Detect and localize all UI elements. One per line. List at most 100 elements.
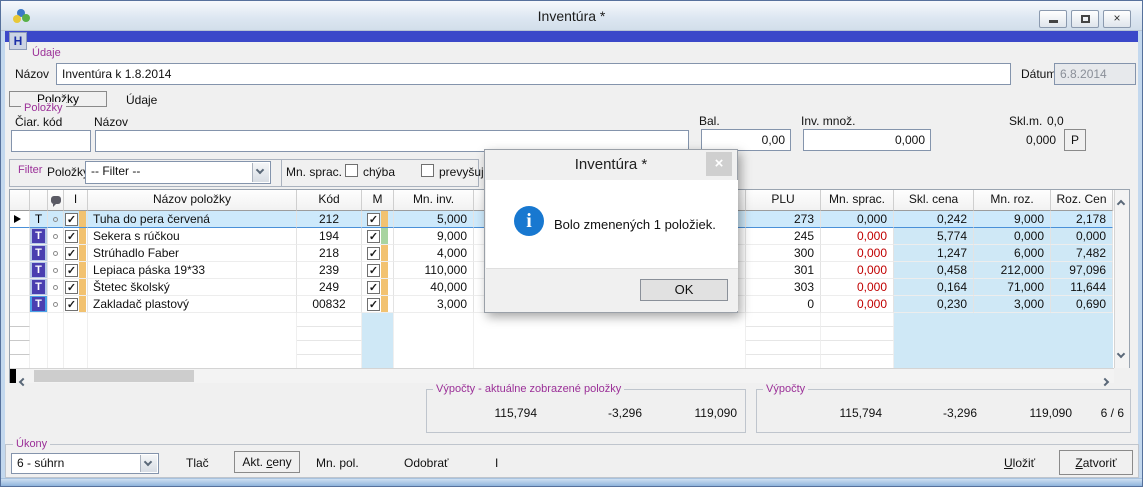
horizontal-scroll-thumb[interactable]: [34, 370, 194, 382]
cell-kod[interactable]: 00832: [297, 296, 362, 313]
cell-m-flag[interactable]: ✓: [362, 245, 394, 262]
p-button[interactable]: P: [1064, 129, 1086, 151]
chyba-checkbox[interactable]: [345, 164, 358, 177]
m-checkbox[interactable]: ✓: [367, 247, 380, 260]
i-checkbox[interactable]: ✓: [65, 298, 78, 311]
cell-plu[interactable]: 0: [746, 296, 821, 313]
cell-note[interactable]: [48, 228, 64, 245]
row-gutter[interactable]: [10, 245, 30, 262]
cell-mn-sprac[interactable]: 0,000: [821, 296, 894, 313]
dialog-close-button[interactable]: ×: [706, 152, 732, 176]
odobrat-button[interactable]: Odobrať: [404, 456, 449, 470]
cell-mn-inv[interactable]: 4,000: [394, 245, 474, 262]
cell-mn-sprac[interactable]: 0,000: [821, 279, 894, 296]
cell-type[interactable]: T: [30, 211, 48, 228]
cell-i-flag[interactable]: ✓: [64, 228, 88, 245]
header-mn-inv[interactable]: Mn. inv.: [394, 190, 474, 211]
ukony-chevron-down-icon[interactable]: [140, 455, 157, 472]
cell-note[interactable]: [48, 245, 64, 262]
minimize-button[interactable]: [1039, 10, 1067, 28]
tab-udaje[interactable]: Údaje: [126, 93, 157, 107]
i-checkbox[interactable]: ✓: [65, 230, 78, 243]
cell-skl-cena[interactable]: 0,164: [894, 279, 974, 296]
h-toolbar-button[interactable]: H: [9, 32, 27, 50]
header-m[interactable]: M: [362, 190, 394, 211]
header-t[interactable]: [30, 190, 48, 211]
header-nazov[interactable]: Názov položky: [88, 190, 297, 211]
cell-kod[interactable]: 218: [297, 245, 362, 262]
mn-pol-button[interactable]: Mn. pol.: [316, 456, 359, 470]
cell-kod[interactable]: 212: [297, 211, 362, 228]
cell-mn-inv[interactable]: 9,000: [394, 228, 474, 245]
i-checkbox[interactable]: ✓: [65, 264, 78, 277]
cell-plu[interactable]: 300: [746, 245, 821, 262]
cell-nazov[interactable]: Strúhadlo Faber: [88, 245, 297, 262]
maximize-button[interactable]: [1071, 10, 1099, 28]
cell-roz-cen[interactable]: 97,096: [1051, 262, 1113, 279]
cell-roz-cen[interactable]: 7,482: [1051, 245, 1113, 262]
cell-roz-cen[interactable]: 11,644: [1051, 279, 1113, 296]
scroll-up-icon[interactable]: [1118, 194, 1124, 212]
cell-type[interactable]: T: [30, 296, 48, 313]
cell-nazov[interactable]: Štetec školský: [88, 279, 297, 296]
cell-plu[interactable]: 245: [746, 228, 821, 245]
header-gutter[interactable]: [10, 190, 30, 211]
ciar-kod-input[interactable]: [11, 130, 91, 152]
m-checkbox[interactable]: ✓: [367, 281, 380, 294]
cell-i-flag[interactable]: ✓: [64, 211, 88, 228]
cell-skl-cena[interactable]: 0,242: [894, 211, 974, 228]
cell-nazov[interactable]: Zakladač plastový: [88, 296, 297, 313]
cell-kod[interactable]: 194: [297, 228, 362, 245]
vertical-scrollbar[interactable]: [1114, 190, 1129, 368]
ulozit-button[interactable]: Uložiť: [1004, 456, 1035, 470]
header-i[interactable]: I: [64, 190, 88, 211]
cell-skl-cena[interactable]: 1,247: [894, 245, 974, 262]
scroll-left-icon[interactable]: [20, 372, 26, 390]
cell-plu[interactable]: 273: [746, 211, 821, 228]
cell-mn-sprac[interactable]: 0,000: [821, 211, 894, 228]
cell-mn-sprac[interactable]: 0,000: [821, 245, 894, 262]
scroll-down-icon[interactable]: [1118, 344, 1124, 362]
header-mn-sprac[interactable]: Mn. sprac.: [821, 190, 894, 211]
chevron-down-icon[interactable]: [252, 163, 269, 182]
cell-type[interactable]: T: [30, 228, 48, 245]
cell-roz-cen[interactable]: 2,178: [1051, 211, 1113, 228]
prevysuje-checkbox[interactable]: [421, 164, 434, 177]
nazov-input[interactable]: Inventúra k 1.8.2014: [56, 63, 1011, 85]
cell-roz-cen[interactable]: 0,690: [1051, 296, 1113, 313]
cell-mn-roz[interactable]: 0,000: [974, 228, 1051, 245]
cell-skl-cena[interactable]: 5,774: [894, 228, 974, 245]
cell-nazov[interactable]: Lepiaca páska 19*33: [88, 262, 297, 279]
i-checkbox[interactable]: ✓: [65, 281, 78, 294]
filter-select[interactable]: -- Filter --: [85, 161, 271, 184]
grid-split-handle[interactable]: [10, 369, 16, 383]
cell-m-flag[interactable]: ✓: [362, 228, 394, 245]
cell-m-flag[interactable]: ✓: [362, 211, 394, 228]
cell-mn-inv[interactable]: 40,000: [394, 279, 474, 296]
cell-kod[interactable]: 239: [297, 262, 362, 279]
cell-mn-roz[interactable]: 6,000: [974, 245, 1051, 262]
akt-ceny-button[interactable]: Akt. ceny: [234, 451, 300, 473]
cell-type[interactable]: T: [30, 279, 48, 296]
cell-i-flag[interactable]: ✓: [64, 279, 88, 296]
cell-type[interactable]: T: [30, 262, 48, 279]
row-gutter[interactable]: [10, 262, 30, 279]
row-gutter[interactable]: [10, 228, 30, 245]
zatvorit-button[interactable]: Zatvoriť: [1059, 450, 1133, 475]
cell-m-flag[interactable]: ✓: [362, 262, 394, 279]
cell-mn-inv[interactable]: 5,000: [394, 211, 474, 228]
cell-note[interactable]: [48, 296, 64, 313]
cell-mn-sprac[interactable]: 0,000: [821, 262, 894, 279]
ukony-select[interactable]: 6 - súhrn: [11, 453, 159, 474]
horizontal-scrollbar[interactable]: [10, 368, 1114, 383]
cell-i-flag[interactable]: ✓: [64, 296, 88, 313]
scroll-right-icon[interactable]: [1102, 372, 1108, 390]
cell-note[interactable]: [48, 211, 64, 228]
cell-mn-roz[interactable]: 71,000: [974, 279, 1051, 296]
cell-type[interactable]: T: [30, 245, 48, 262]
cell-mn-roz[interactable]: 3,000: [974, 296, 1051, 313]
header-mn-roz[interactable]: Mn. roz.: [974, 190, 1051, 211]
m-checkbox[interactable]: ✓: [367, 213, 380, 226]
cell-m-flag[interactable]: ✓: [362, 296, 394, 313]
cell-kod[interactable]: 249: [297, 279, 362, 296]
